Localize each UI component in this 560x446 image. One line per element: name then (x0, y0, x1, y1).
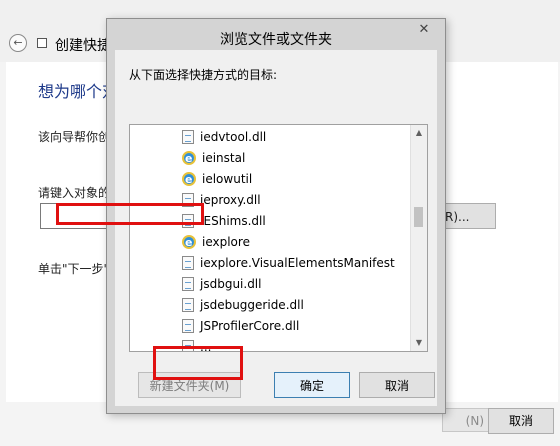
scroll-up-icon[interactable]: ▲ (411, 125, 427, 141)
list-item[interactable]: iedvtool.dll (182, 127, 266, 147)
shortcut-icon (37, 38, 47, 48)
ok-highlight-box (153, 346, 243, 380)
list-item-label: ieproxy.dll (200, 193, 261, 207)
list-item[interactable]: jsdbgui.dll (182, 274, 261, 294)
list-item-label: iedvtool.dll (200, 130, 267, 144)
list-item[interactable]: ieinstal (182, 148, 246, 169)
list-item-iexplore[interactable]: iexplore (182, 232, 250, 253)
close-icon[interactable]: ✕ (409, 21, 439, 39)
wizard-cancel-button[interactable]: 取消 (488, 408, 554, 434)
list-item-label: JSProfilerCore.dll (200, 319, 300, 333)
scroll-thumb[interactable] (414, 207, 423, 227)
list-item-label: jsdebuggeride.dll (200, 298, 304, 312)
dll-file-icon (182, 129, 194, 144)
dll-file-icon (182, 297, 194, 312)
list-item[interactable]: iexplore.VisualElementsManifest (182, 253, 395, 273)
wizard-title: 创建快捷 (55, 38, 111, 54)
ie-icon (182, 149, 196, 169)
iexplore-highlight-box (56, 203, 204, 225)
list-item-label: ieinstal (202, 151, 246, 165)
dll-file-icon (182, 255, 194, 270)
next-button[interactable]: (N) (442, 408, 489, 432)
list-item-label: iexplore.VisualElementsManifest (200, 256, 395, 270)
list-item[interactable]: jsdebuggeride.dll (182, 295, 304, 315)
vertical-scrollbar[interactable]: ▲ ▼ (410, 125, 427, 351)
list-item-label: jsdbgui.dll (200, 277, 262, 291)
list-item[interactable]: ielowutil (182, 169, 253, 190)
list-item-label: ielowutil (202, 172, 253, 186)
ie-icon (182, 170, 196, 190)
back-arrow-icon[interactable]: ← (9, 34, 27, 52)
file-tree[interactable]: iedvtool.dll ieinstal ielowutil ieproxy.… (129, 124, 428, 352)
ok-button[interactable]: 确定 (274, 372, 350, 398)
ie-icon (182, 233, 196, 253)
list-item-label: IEShims.dll (200, 214, 266, 228)
dialog-title: 浏览文件或文件夹 (220, 32, 332, 48)
dll-file-icon (182, 276, 194, 291)
list-item-label: iexplore (202, 235, 250, 249)
scroll-down-icon[interactable]: ▼ (411, 335, 427, 351)
list-item[interactable]: JSProfilerCore.dll (182, 316, 299, 336)
dll-file-icon (182, 318, 194, 333)
wizard-description: 该向导帮你创 (38, 130, 111, 144)
dialog-instruction: 从下面选择快捷方式的目标: (129, 68, 278, 82)
dialog-cancel-button[interactable]: 取消 (359, 372, 435, 398)
